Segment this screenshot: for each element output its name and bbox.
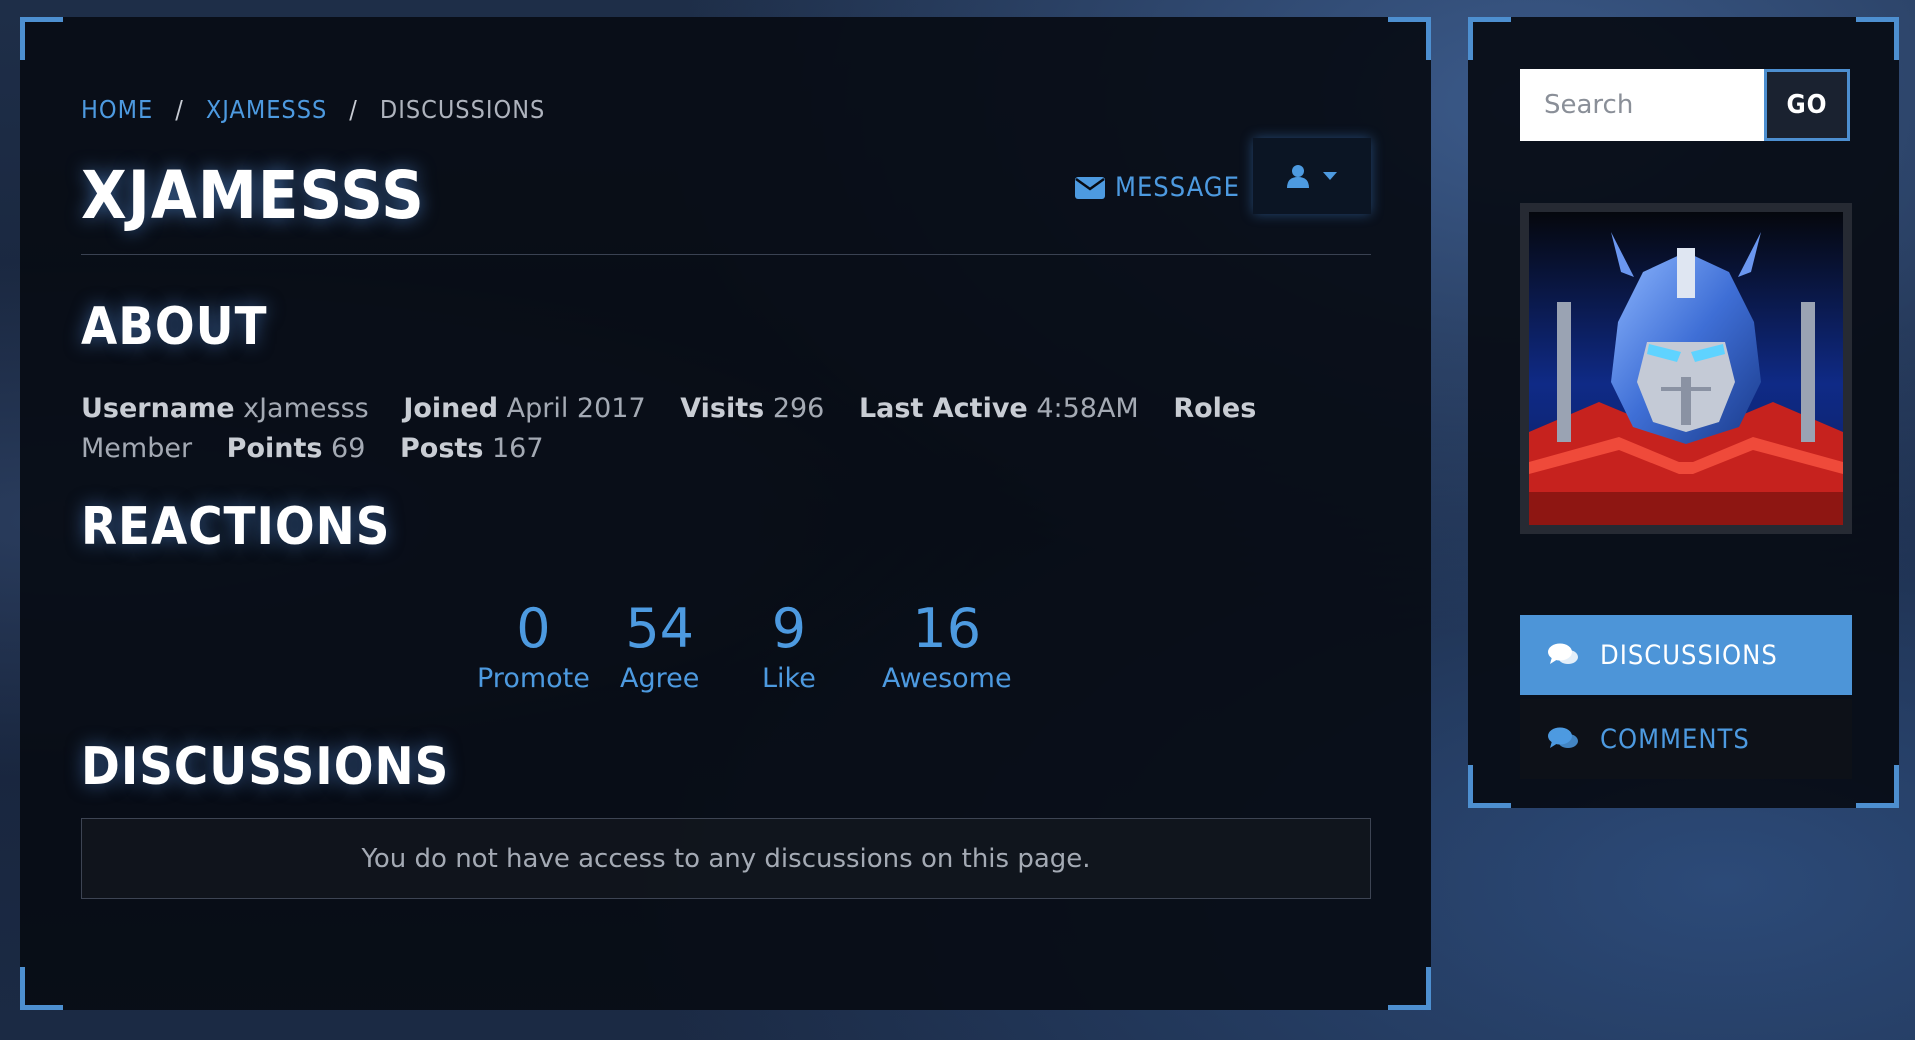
reaction-agree[interactable]: 54 Agree (620, 597, 699, 697)
caret-down-icon (1323, 172, 1337, 180)
reaction-count: 54 (625, 597, 695, 660)
corner-bracket (1388, 967, 1431, 1010)
comments-icon (1548, 727, 1578, 748)
reaction-count: 9 (771, 597, 807, 660)
comments-icon (1548, 643, 1578, 664)
breadcrumb-separator: / (349, 95, 358, 124)
avatar-image (1529, 212, 1843, 525)
search-go-button[interactable]: GO (1764, 69, 1850, 141)
sidebar-item-comments[interactable]: COMMENTS (1520, 699, 1852, 779)
avatar (1520, 203, 1852, 534)
about-heading: ABOUT (81, 297, 268, 357)
about-field-visits: Visits 296 (680, 393, 825, 424)
message-button-label: MESSAGE (1115, 172, 1240, 203)
corner-bracket (1468, 765, 1511, 808)
reaction-like[interactable]: 9 Like (762, 597, 816, 697)
corner-bracket (1388, 17, 1431, 60)
reaction-name: Like (762, 663, 816, 694)
breadcrumb: HOME / XJAMESSS / DISCUSSIONS (81, 95, 545, 124)
reaction-name: Agree (620, 663, 700, 694)
reaction-list: 0 Promote 54 Agree 9 Like 16 Awesome (20, 597, 1431, 707)
search-input[interactable] (1520, 69, 1764, 141)
profile-panel: HOME / XJAMESSS / DISCUSSIONS XJAMESSS M… (20, 17, 1431, 1010)
profile-options-dropdown[interactable] (1253, 138, 1371, 214)
corner-bracket (1856, 765, 1899, 808)
reaction-promote[interactable]: 0 Promote (477, 597, 590, 697)
about-field-points: Points 69 (226, 433, 366, 464)
reaction-count: 16 (912, 597, 982, 660)
reaction-awesome[interactable]: 16 Awesome (882, 597, 1012, 697)
user-icon (1287, 165, 1309, 188)
corner-bracket (1468, 17, 1511, 60)
search-form: GO (1520, 69, 1850, 141)
about-field-joined: Joined April 2017 (403, 393, 646, 424)
reaction-name: Awesome (882, 663, 1012, 694)
message-button[interactable]: MESSAGE (1075, 172, 1240, 203)
page-title: XJAMESSS (81, 157, 425, 234)
sidebar-item-label: COMMENTS (1600, 723, 1750, 755)
corner-bracket (20, 17, 63, 60)
corner-bracket (20, 967, 63, 1010)
breadcrumb-separator: / (175, 95, 184, 124)
breadcrumb-user-link[interactable]: XJAMESSS (206, 95, 327, 124)
discussions-empty-message: You do not have access to any discussion… (81, 818, 1371, 899)
sidebar-item-label: DISCUSSIONS (1600, 639, 1778, 671)
about-field-posts: Posts 167 (400, 433, 544, 464)
reactions-heading: REACTIONS (81, 497, 391, 557)
discussions-heading: DISCUSSIONS (81, 737, 450, 797)
corner-bracket (1856, 17, 1899, 60)
reaction-name: Promote (477, 663, 590, 694)
about-field-username: Username xJamesss (81, 393, 369, 424)
sidebar-panel: GO (1468, 17, 1899, 808)
header-divider (81, 254, 1371, 255)
about-details: Username xJamesss Joined April 2017 Visi… (81, 389, 1381, 469)
envelope-icon (1075, 176, 1105, 199)
reaction-count: 0 (516, 597, 551, 660)
breadcrumb-home-link[interactable]: HOME (81, 95, 153, 124)
breadcrumb-current: DISCUSSIONS (379, 95, 546, 124)
sidebar-item-discussions[interactable]: DISCUSSIONS (1520, 615, 1852, 695)
about-field-last-active: Last Active 4:58AM (858, 393, 1139, 424)
